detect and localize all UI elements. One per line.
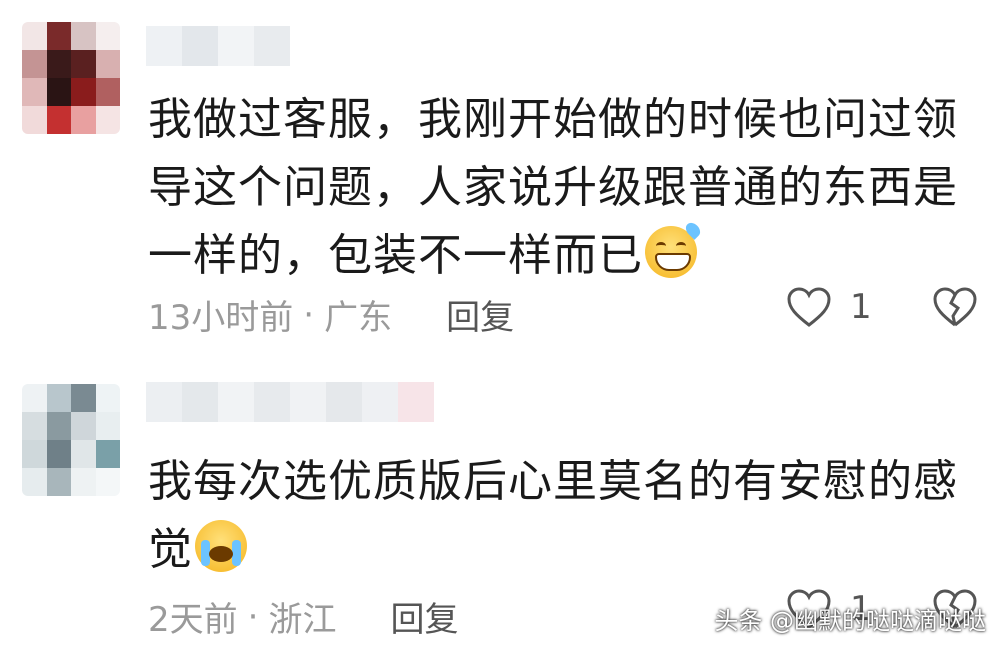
username-blurred[interactable] [146, 382, 434, 422]
comment-time: 13小时前 [148, 298, 294, 338]
comment-location: 广东 [324, 298, 393, 338]
comment-time: 2天前 [148, 600, 238, 640]
username-blurred[interactable] [146, 26, 290, 66]
like-count: 1 [850, 287, 872, 327]
reply-button[interactable]: 回复 [446, 290, 514, 339]
meta-separator: · [303, 294, 315, 335]
comment-location: 浙江 [268, 600, 337, 640]
comment-item: 我做过客服，我刚开始做的时候也问过领导这个问题，人家说升级跟普通的东西是一样的，… [0, 0, 1004, 350]
watermark: 头条 @幽默的哒哒滴哒哒 [714, 607, 986, 635]
crying-emoji [195, 520, 247, 572]
comment-meta: 2天前 · 浙江 回复 [148, 592, 458, 641]
like-button[interactable]: 1 [786, 286, 872, 328]
meta-separator: · [247, 596, 259, 637]
avatar[interactable] [22, 384, 120, 496]
heart-icon [787, 287, 831, 327]
dislike-button[interactable] [932, 286, 978, 332]
comment-text: 我做过客服，我刚开始做的时候也问过领导这个问题，人家说升级跟普通的东西是一样的，… [148, 94, 958, 281]
comment-meta: 13小时前 · 广东 回复 [148, 290, 514, 339]
broken-heart-icon [933, 287, 977, 327]
reply-button[interactable]: 回复 [390, 592, 458, 641]
grin-sweat-emoji [645, 220, 703, 278]
comment-text: 我每次选优质版后心里莫名的有安慰的感觉 [148, 456, 958, 575]
avatar[interactable] [22, 22, 120, 134]
